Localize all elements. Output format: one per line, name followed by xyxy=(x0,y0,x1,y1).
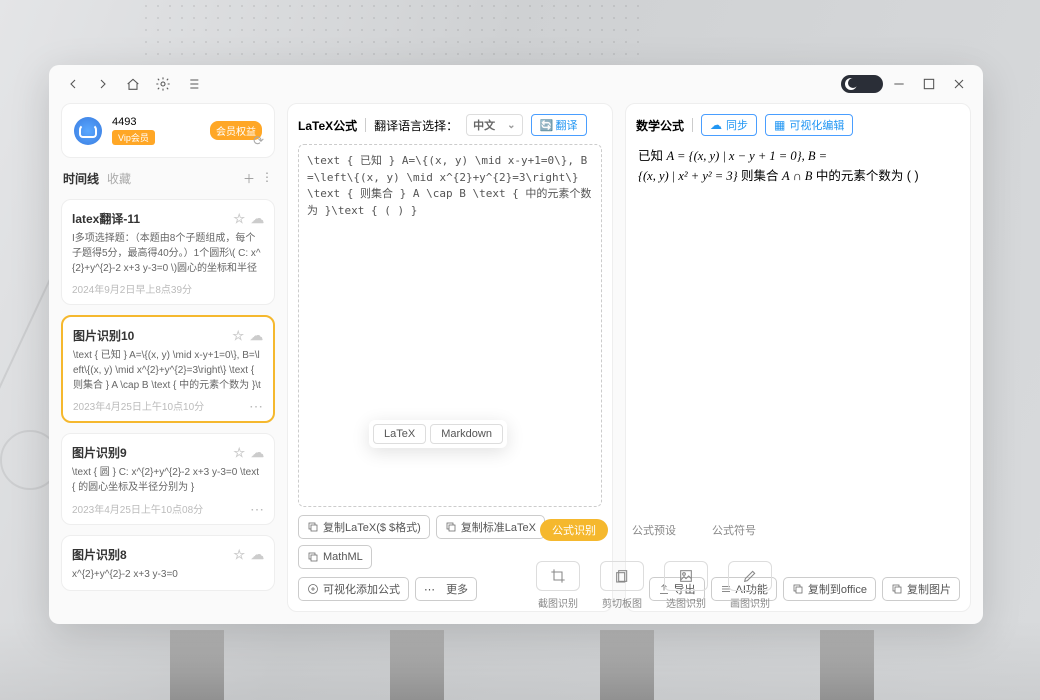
bg-gradient xyxy=(0,620,1040,700)
tab-favorites[interactable]: 收藏 xyxy=(107,170,131,187)
list-item[interactable]: 图片识别8 ☆ ☁ x^{2}+y^{2}-2 x+3 y-3=0 xyxy=(61,535,275,591)
item-body: x^{2}+y^{2}-2 x+3 y-3=0 xyxy=(72,567,264,582)
cloud-icon[interactable]: ☁ xyxy=(250,328,263,344)
item-time: 2024年9月2日早上8点39分 xyxy=(72,281,264,296)
decorative-dots xyxy=(140,0,640,60)
math-heading: 数学公式 xyxy=(636,117,684,134)
latex-heading: LaTeX公式 xyxy=(298,117,357,134)
crop-icon xyxy=(550,568,566,584)
bottom-section: 公式识别 公式预设 公式符号 截图识别 剪切板图 选图识别 画图识别 xyxy=(339,519,969,610)
item-title: 图片识别9 xyxy=(72,444,127,461)
tab-recognize[interactable]: 公式识别 xyxy=(540,519,608,541)
translate-icon: 🔄 xyxy=(540,119,552,131)
timeline-list: latex翻译-11 ☆ ☁ I多项选择题：（本题由8个子题组成，每个子题得5分，最… xyxy=(61,199,275,591)
bg-pillar xyxy=(390,630,444,700)
divider xyxy=(365,118,366,132)
lang-label: 翻译语言选择： xyxy=(374,117,458,134)
star-icon[interactable]: ☆ xyxy=(232,328,244,344)
item-title: latex翻译-11 xyxy=(72,210,140,227)
latex-textarea[interactable]: \text { 已知 } A=\{(x, y) \mid x-y+1=0\}, … xyxy=(298,144,602,507)
cloud-icon: ☁ xyxy=(710,118,722,132)
star-icon[interactable]: ☆ xyxy=(233,445,245,461)
maximize-button[interactable] xyxy=(915,70,943,98)
home-button[interactable] xyxy=(119,70,147,98)
tab-timeline[interactable]: 时间线 xyxy=(63,170,99,187)
tool-screenshot[interactable]: 截图识别 xyxy=(536,561,580,610)
cloud-icon[interactable]: ☁ xyxy=(251,445,264,461)
translate-button[interactable]: 🔄翻译 xyxy=(531,114,587,136)
list-item[interactable]: 图片识别9 ☆ ☁ \text { 圆 } C: x^{2}+y^{2}-2 x+3… xyxy=(61,433,275,525)
star-icon[interactable]: ☆ xyxy=(233,211,245,227)
tool-row: 截图识别 剪切板图 选图识别 画图识别 xyxy=(536,561,772,610)
bg-pillar xyxy=(170,630,224,700)
tab-symbols[interactable]: 公式符号 xyxy=(700,519,768,541)
divider xyxy=(692,118,693,132)
plus-icon xyxy=(307,583,319,595)
item-time: 2023年4月25日上午10点08分 xyxy=(72,501,264,516)
close-button[interactable] xyxy=(945,70,973,98)
item-body: \text { 已知 } A=\{(x, y) \mid x-y+1=0\}, … xyxy=(73,348,263,392)
list-button[interactable] xyxy=(179,70,207,98)
forward-button[interactable] xyxy=(89,70,117,98)
avatar xyxy=(74,117,102,145)
star-icon[interactable]: ☆ xyxy=(233,547,245,563)
app-window: 4493 Vip会员 会员权益 ⟳ 时间线 收藏 ＋ ⋮ latex翻译-11 ☆… xyxy=(49,65,983,624)
minimize-button[interactable] xyxy=(885,70,913,98)
tool-clipboard[interactable]: 剪切板图 xyxy=(600,561,644,610)
bg-pillar xyxy=(820,630,874,700)
more-popup: LaTeX Markdown xyxy=(369,420,507,448)
item-title: 图片识别10 xyxy=(73,327,134,344)
popup-markdown-button[interactable]: Markdown xyxy=(430,424,503,444)
cloud-icon[interactable]: ☁ xyxy=(251,547,264,563)
add-icon[interactable]: ＋ xyxy=(243,170,255,187)
back-button[interactable] xyxy=(59,70,87,98)
item-title: 图片识别8 xyxy=(72,546,127,563)
refresh-icon[interactable]: ⟳ xyxy=(253,133,264,149)
list-item[interactable]: latex翻译-11 ☆ ☁ I多项选择题：（本题由8个子题组成，每个子题得5分，最… xyxy=(61,199,275,305)
titlebar xyxy=(49,65,983,103)
timeline-tabs: 时间线 收藏 ＋ ⋮ xyxy=(61,170,275,187)
copy-icon xyxy=(307,551,319,563)
popup-latex-button[interactable]: LaTeX xyxy=(373,424,426,444)
item-body: I多项选择题：（本题由8个子题组成，每个子题得5分，最高得40分。）1个圆形\(… xyxy=(72,231,264,275)
sync-button[interactable]: ☁同步 xyxy=(701,114,757,136)
cloud-icon[interactable]: ☁ xyxy=(251,211,264,227)
tab-preset[interactable]: 公式预设 xyxy=(620,519,688,541)
item-body: \text { 圆 } C: x^{2}+y^{2}-2 x+3 y-3=0 \… xyxy=(72,465,264,495)
user-card: 4493 Vip会员 会员权益 ⟳ xyxy=(61,103,275,158)
pencil-icon xyxy=(742,568,758,584)
language-select[interactable]: 中文 xyxy=(466,114,522,136)
math-render: 已知 A = {(x, y) | x − y + 1 = 0}, B = {(x… xyxy=(636,136,960,196)
visual-edit-button[interactable]: ▦可视化编辑 xyxy=(765,114,853,136)
sidebar: 4493 Vip会员 会员权益 ⟳ 时间线 收藏 ＋ ⋮ latex翻译-11 ☆… xyxy=(61,103,275,612)
grid-icon: ▦ xyxy=(774,118,785,132)
image-icon xyxy=(678,568,694,584)
clipboard-icon xyxy=(614,568,630,584)
more-icon[interactable]: ⋮ xyxy=(261,170,273,187)
dark-mode-toggle[interactable] xyxy=(841,75,883,93)
item-time: 2023年4月25日上午10点10分 xyxy=(73,398,263,413)
mode-tabs: 公式识别 公式预设 公式符号 xyxy=(540,519,768,541)
settings-button[interactable] xyxy=(149,70,177,98)
bg-pillar xyxy=(600,630,654,700)
item-more-icon[interactable]: ⋯ xyxy=(250,501,264,518)
list-item[interactable]: 图片识别10 ☆ ☁ \text { 已知 } A=\{(x, y) \mid x-… xyxy=(61,315,275,423)
tool-select-image[interactable]: 选图识别 xyxy=(664,561,708,610)
user-id: 4493 xyxy=(112,116,155,128)
item-more-icon[interactable]: ⋯ xyxy=(249,398,263,415)
copy-icon xyxy=(307,521,319,533)
tool-draw[interactable]: 画图识别 xyxy=(728,561,772,610)
vip-tag: Vip会员 xyxy=(112,130,155,145)
